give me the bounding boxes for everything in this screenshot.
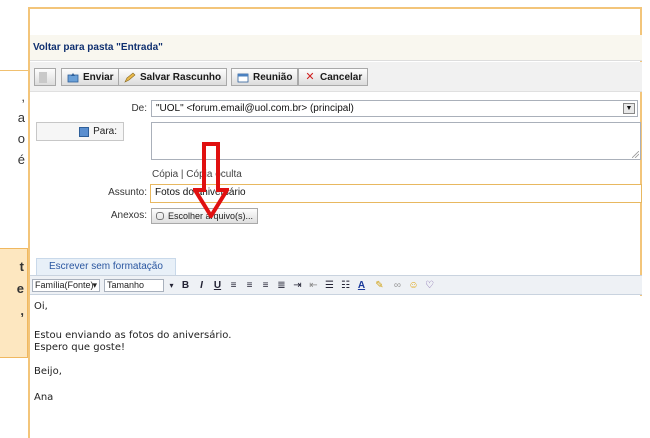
send-icon bbox=[67, 72, 79, 82]
tip-line: , bbox=[20, 303, 24, 318]
font-family-value: Família(Fonte) bbox=[35, 280, 94, 290]
font-size-select[interactable]: Tamanho bbox=[104, 279, 164, 292]
back-to-inbox-link[interactable]: Voltar para pasta "Entrada" bbox=[33, 42, 163, 53]
address-book-icon bbox=[79, 126, 90, 137]
message-body[interactable]: Oi, Estou enviando as fotos do aniversár… bbox=[30, 296, 642, 438]
annotation-arrow-icon bbox=[193, 142, 229, 218]
font-color-icon[interactable]: A bbox=[356, 280, 367, 291]
italic-icon[interactable]: I bbox=[196, 280, 207, 291]
close-icon: ✕ bbox=[305, 70, 315, 83]
article-text-partial: , a o é bbox=[0, 85, 28, 205]
article-line: a bbox=[17, 110, 25, 125]
font-size-value: Tamanho bbox=[107, 280, 145, 290]
body-line: Beijo, bbox=[34, 366, 62, 377]
compose-window: Voltar para pasta "Entrada" Enviar Salva… bbox=[28, 7, 642, 438]
tip-box-partial: t e , bbox=[0, 248, 28, 358]
meeting-label: Reunião bbox=[253, 71, 293, 83]
back-bar: Voltar para pasta "Entrada" bbox=[30, 35, 642, 61]
from-label: De: bbox=[131, 103, 147, 114]
spellcheck-icon[interactable]: ♡ bbox=[424, 280, 435, 291]
attach-toolbar-button[interactable] bbox=[34, 68, 56, 86]
subject-label: Assunto: bbox=[108, 187, 147, 198]
send-button[interactable]: Enviar bbox=[61, 68, 120, 86]
outdent-icon[interactable]: ⇤ bbox=[308, 280, 319, 291]
article-line: , bbox=[21, 89, 25, 104]
tip-line: e bbox=[16, 281, 24, 296]
body-line: Estou enviando as fotos do aniversário. bbox=[34, 330, 232, 341]
from-select[interactable]: "UOL" <forum.email@uol.com.br> (principa… bbox=[151, 100, 638, 117]
link-icon[interactable]: ∞ bbox=[392, 280, 403, 291]
align-center-icon[interactable]: ≡ bbox=[244, 280, 255, 291]
to-label: Para: bbox=[93, 126, 117, 137]
meeting-button[interactable]: Reunião bbox=[231, 68, 299, 86]
align-left-icon[interactable]: ≡ bbox=[228, 280, 239, 291]
cancel-label: Cancelar bbox=[320, 71, 363, 83]
chevron-down-icon[interactable]: ▼ bbox=[623, 103, 635, 114]
article-divider bbox=[0, 70, 28, 71]
article-line: é bbox=[17, 152, 25, 167]
format-toolbar: Família(Fonte) ▾ Tamanho ▾ B I U ≡ ≡ ≡ ≣ … bbox=[30, 275, 642, 295]
indent-icon[interactable]: ⇥ bbox=[292, 280, 303, 291]
body-line: Ana bbox=[34, 392, 54, 403]
from-value: "UOL" <forum.email@uol.com.br> (principa… bbox=[156, 103, 354, 114]
calendar-icon bbox=[237, 73, 249, 82]
paperclip-icon bbox=[156, 212, 164, 220]
chevron-down-icon: ▾ bbox=[92, 280, 97, 290]
bullet-list-icon[interactable]: ☰ bbox=[324, 280, 335, 291]
body-line: Espero que goste! bbox=[34, 342, 125, 353]
send-label: Enviar bbox=[83, 71, 114, 83]
save-draft-button[interactable]: Salvar Rascunho bbox=[118, 68, 228, 86]
resize-handle-icon[interactable] bbox=[632, 151, 639, 158]
highlight-icon[interactable]: ✎ bbox=[374, 280, 385, 291]
plain-text-tab[interactable]: Escrever sem formatação bbox=[36, 258, 176, 275]
chevron-down-icon[interactable]: ▾ bbox=[166, 280, 177, 291]
to-contacts-button[interactable]: Para: bbox=[36, 122, 124, 141]
pencil-icon bbox=[124, 72, 136, 83]
font-family-select[interactable]: Família(Fonte) ▾ bbox=[32, 279, 100, 292]
numbered-list-icon[interactable]: ☷ bbox=[340, 280, 351, 291]
underline-icon[interactable]: U bbox=[212, 280, 223, 291]
article-line: o bbox=[17, 131, 25, 146]
align-right-icon[interactable]: ≡ bbox=[260, 280, 271, 291]
compose-toolbar: Enviar Salvar Rascunho Reunião ✕ Cancela… bbox=[30, 62, 642, 92]
cancel-button[interactable]: ✕ Cancelar bbox=[298, 68, 369, 86]
attachments-label: Anexos: bbox=[110, 210, 147, 221]
bold-icon[interactable]: B bbox=[180, 280, 191, 291]
save-draft-label: Salvar Rascunho bbox=[140, 71, 222, 83]
tip-line: t bbox=[19, 259, 24, 274]
align-justify-icon[interactable]: ≣ bbox=[276, 280, 287, 291]
paperclip-icon bbox=[39, 71, 47, 83]
screen: , a o é t e , Voltar para pasta "Entrada… bbox=[0, 0, 650, 438]
emoticon-icon[interactable]: ☺ bbox=[408, 280, 419, 291]
body-line: Oi, bbox=[34, 301, 48, 312]
